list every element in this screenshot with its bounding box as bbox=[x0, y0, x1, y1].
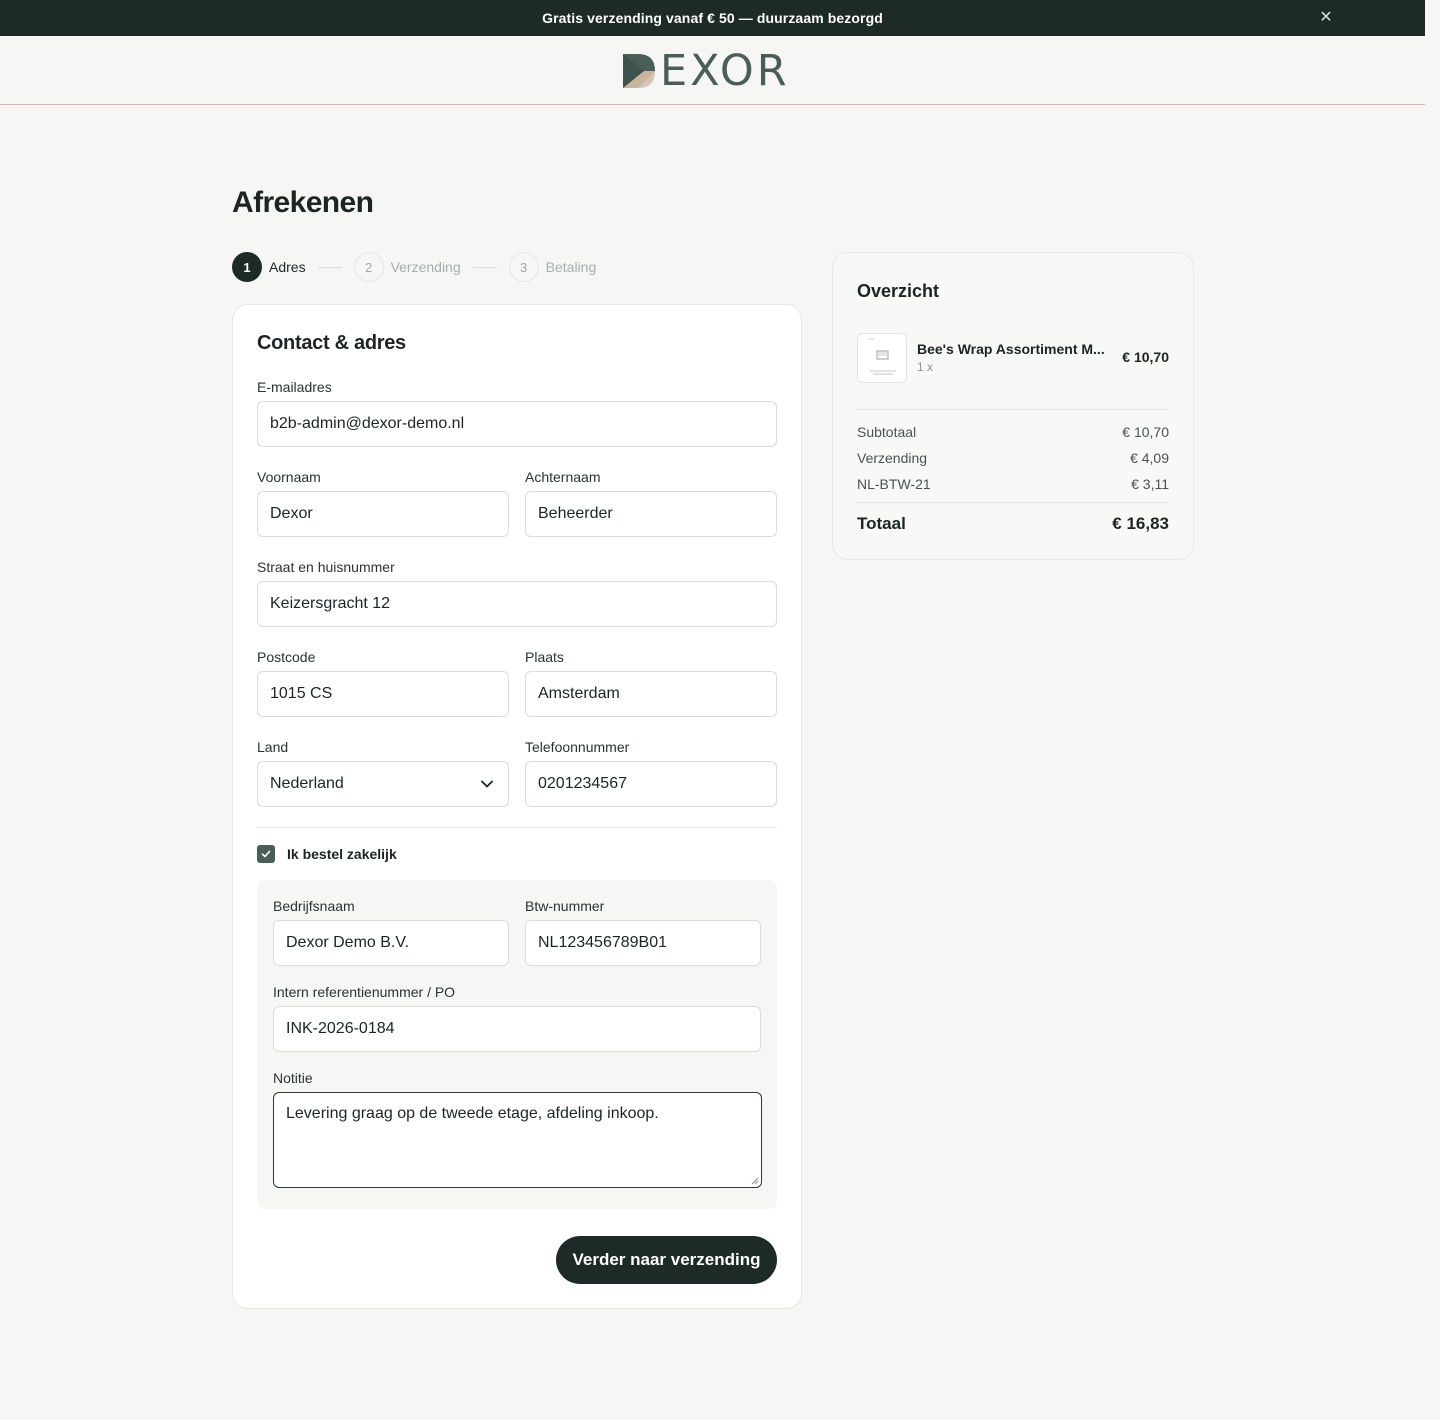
vat-field[interactable]: NL123456789B01 bbox=[525, 920, 761, 966]
subtotal-label: Subtotaal bbox=[857, 424, 917, 440]
product-image-icon bbox=[868, 338, 896, 375]
city-label: Plaats bbox=[525, 649, 564, 665]
resize-grip-icon[interactable] bbox=[751, 1177, 759, 1185]
promo-banner: Gratis verzending vanaf € 50 — duurzaam … bbox=[0, 0, 1425, 36]
company-label: Bedrijfsnaam bbox=[273, 898, 355, 914]
city-field[interactable]: Amsterdam bbox=[525, 671, 777, 717]
logo-mark-icon bbox=[623, 54, 655, 88]
checkout-steps: 1 Adres 2 Verzending 3 Betaling bbox=[232, 252, 596, 282]
summary-title: Overzicht bbox=[857, 281, 940, 301]
logo-text: EXOR bbox=[660, 46, 790, 96]
business-checkbox-label[interactable]: Ik bestel zakelijk bbox=[287, 846, 397, 862]
chevron-down-icon bbox=[481, 780, 493, 788]
country-select[interactable]: Nederland bbox=[257, 761, 509, 807]
street-label: Straat en huisnummer bbox=[257, 559, 395, 575]
first-name-label: Voornaam bbox=[257, 469, 321, 485]
note-textarea[interactable]: Levering graag op de tweede etage, afdel… bbox=[273, 1092, 762, 1188]
reference-label: Intern referentienummer / PO bbox=[273, 984, 456, 1000]
product-thumbnail bbox=[857, 333, 907, 383]
shipping-label: Verzending bbox=[857, 450, 928, 466]
phone-label: Telefoonnummer bbox=[525, 739, 630, 755]
product-price: € 10,70 bbox=[1122, 349, 1169, 365]
summary-divider bbox=[857, 502, 1169, 503]
vat-label: Btw-nummer bbox=[525, 898, 605, 914]
check-icon bbox=[261, 850, 271, 858]
postcode-field[interactable]: 1015 CS bbox=[257, 671, 509, 717]
step-2-number: 2 bbox=[353, 252, 384, 282]
business-checkbox[interactable] bbox=[257, 845, 275, 863]
form-title: Contact & adres bbox=[257, 332, 406, 354]
postcode-label: Postcode bbox=[257, 649, 316, 665]
step-1-label[interactable]: Adres bbox=[269, 259, 306, 275]
tax-row: NL-BTW-21 € 3,11 bbox=[857, 476, 1169, 492]
subtotal-value: € 10,70 bbox=[1122, 424, 1169, 440]
brand-logo[interactable]: EXOR bbox=[622, 46, 804, 96]
country-select-value: Nederland bbox=[270, 775, 344, 792]
tax-value: € 3,11 bbox=[1131, 476, 1169, 492]
summary-divider bbox=[857, 409, 1169, 410]
reference-field[interactable]: INK-2026-0184 bbox=[273, 1006, 761, 1052]
step-1-number[interactable]: 1 bbox=[232, 252, 262, 282]
step-2-label: Verzending bbox=[390, 259, 461, 275]
total-row: Totaal € 16,83 bbox=[857, 514, 1169, 534]
note-text: Levering graag op de tweede etage, afdel… bbox=[286, 1105, 659, 1122]
total-value: € 16,83 bbox=[1112, 514, 1169, 533]
note-label: Notitie bbox=[273, 1070, 313, 1086]
step-3-number: 3 bbox=[508, 252, 539, 282]
order-summary: Overzicht Bee's Wrap Assortiment M... 1 … bbox=[832, 252, 1194, 560]
email-label: E-mailadres bbox=[257, 379, 332, 395]
site-header: EXOR bbox=[0, 36, 1425, 105]
last-name-field[interactable]: Beheerder bbox=[525, 491, 777, 537]
page-title: Afrekenen bbox=[232, 186, 374, 219]
step-3-label: Betaling bbox=[545, 259, 597, 275]
street-field[interactable]: Keizersgracht 12 bbox=[257, 581, 777, 627]
step-connector bbox=[317, 266, 342, 268]
last-name-label: Achternaam bbox=[525, 469, 601, 485]
address-form-card: Contact & adres E-mailadres b2b-admin@de… bbox=[232, 304, 802, 1309]
close-icon[interactable]: ✕ bbox=[1317, 9, 1335, 27]
promo-text: Gratis verzending vanaf € 50 — duurzaam … bbox=[542, 10, 883, 26]
section-divider bbox=[257, 827, 777, 828]
subtotal-row: Subtotaal € 10,70 bbox=[857, 424, 1169, 440]
email-field[interactable]: b2b-admin@dexor-demo.nl bbox=[257, 401, 777, 447]
step-connector bbox=[472, 266, 497, 268]
country-label: Land bbox=[257, 739, 289, 755]
shipping-value: € 4,09 bbox=[1130, 450, 1169, 466]
tax-label: NL-BTW-21 bbox=[857, 476, 931, 492]
total-label: Totaal bbox=[857, 514, 906, 533]
continue-to-shipping-button[interactable]: Verder naar verzending bbox=[556, 1236, 777, 1284]
product-name: Bee's Wrap Assortiment M... bbox=[917, 341, 1105, 357]
company-field[interactable]: Dexor Demo B.V. bbox=[273, 920, 509, 966]
product-quantity: 1 x bbox=[917, 360, 934, 374]
phone-field[interactable]: 0201234567 bbox=[525, 761, 777, 807]
first-name-field[interactable]: Dexor bbox=[257, 491, 509, 537]
shipping-row: Verzending € 4,09 bbox=[857, 450, 1169, 466]
